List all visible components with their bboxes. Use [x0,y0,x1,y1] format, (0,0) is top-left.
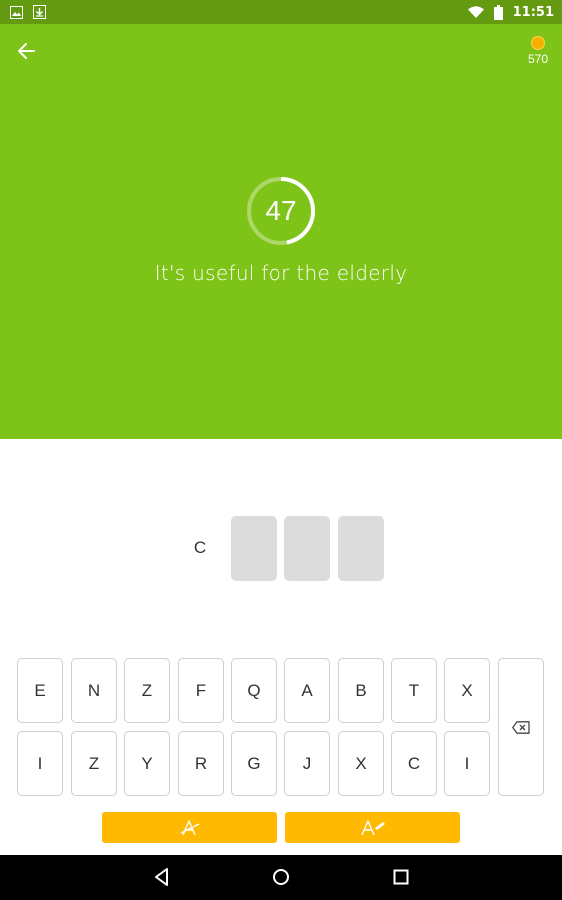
status-bar: 11:51 [0,0,562,24]
letter-key[interactable]: B [338,658,384,723]
answer-slot[interactable] [284,516,330,581]
letter-key[interactable]: X [444,658,490,723]
letter-key[interactable]: R [178,731,224,796]
remove-letters-icon [180,819,199,835]
letter-key[interactable]: A [284,658,330,723]
letter-key[interactable]: I [444,731,490,796]
wifi-icon [467,6,484,18]
battery-icon [493,4,503,20]
reveal-letter-button[interactable] [285,812,460,843]
letter-key[interactable]: E [17,658,63,723]
answer-slot[interactable] [231,516,277,581]
navigation-bar [0,855,562,900]
status-time: 11:51 [512,4,554,20]
backspace-button[interactable] [498,658,544,796]
letter-key[interactable]: Z [124,658,170,723]
letter-key[interactable]: J [284,731,330,796]
countdown-timer: 47 [245,175,317,247]
letter-key[interactable]: Z [71,731,117,796]
revealed-letter: C [193,538,207,557]
letter-key[interactable]: N [71,658,117,723]
back-triangle-icon[interactable] [150,865,174,889]
home-circle-icon[interactable] [269,865,293,889]
letter-key[interactable]: Y [124,731,170,796]
letter-key[interactable]: I [17,731,63,796]
arrow-left-icon[interactable] [14,38,40,64]
coin-count: 570 [527,52,548,66]
letter-key[interactable]: G [231,731,277,796]
letter-key[interactable]: Q [231,658,277,723]
status-left [10,5,46,19]
remove-letters-button[interactable] [102,812,277,843]
coin-balance[interactable]: 570 [528,36,548,66]
coin-icon [530,36,545,50]
reveal-letter-icon [360,819,385,835]
letter-key[interactable]: X [338,731,384,796]
answer-slot[interactable] [338,516,384,581]
backspace-icon [512,720,530,734]
timer-value: 47 [265,195,297,226]
letter-key[interactable]: F [178,658,224,723]
letter-key[interactable]: T [391,658,437,723]
clue-text: It's useful for the elderly [154,261,408,285]
download-icon [33,5,46,19]
image-icon [10,5,23,19]
recents-square-icon[interactable] [389,865,413,889]
letter-key[interactable]: C [391,731,437,796]
question-panel: 570 47 It's useful for the elderly [0,24,562,439]
status-right: 11:51 [467,4,554,20]
